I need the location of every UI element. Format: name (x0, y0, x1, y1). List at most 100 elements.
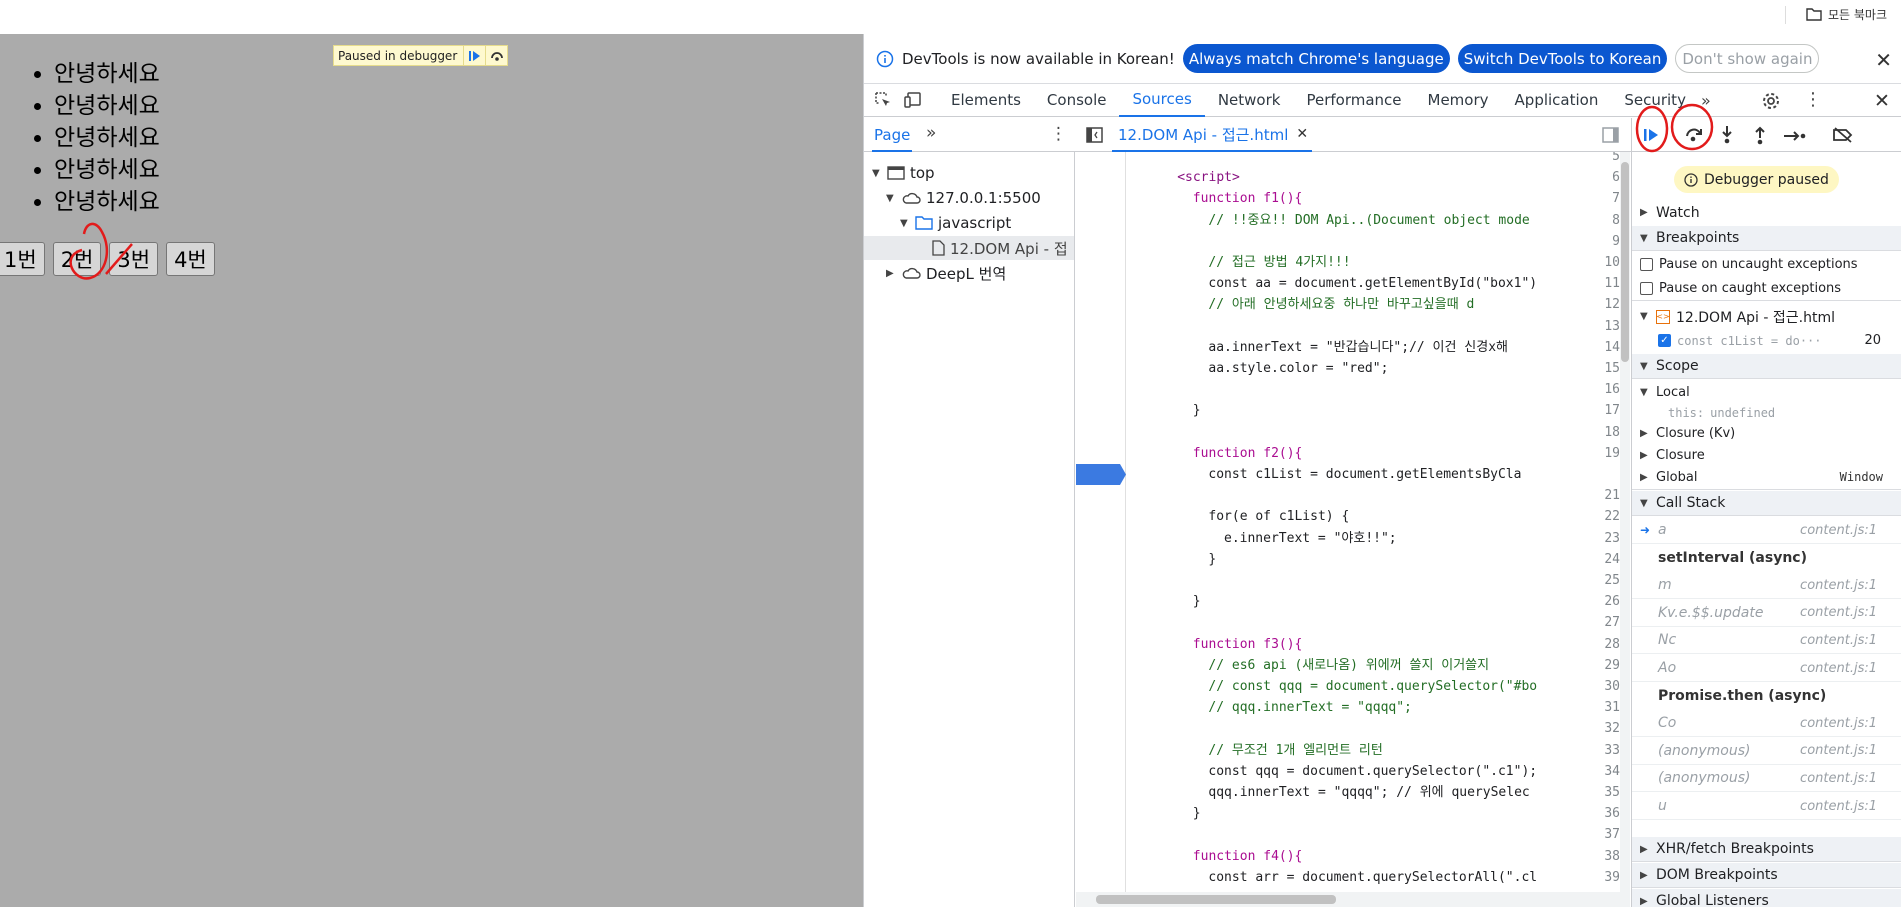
line-number[interactable]: 15 (1580, 358, 1620, 379)
line-number[interactable]: 8 (1580, 210, 1620, 231)
call-stack-section[interactable]: ▼ Call Stack (1632, 491, 1901, 516)
breakpoint-checkbox[interactable]: ✓ (1658, 334, 1671, 347)
line-number[interactable]: 37 (1580, 824, 1620, 845)
button-4[interactable]: 4번 (166, 242, 215, 276)
tab-memory[interactable]: Memory (1415, 84, 1502, 117)
line-number[interactable]: 17 (1580, 400, 1620, 421)
tab-application[interactable]: Application (1502, 84, 1612, 117)
breakpoint-file-row[interactable]: ▼ <> 12.DOM Api - 접근.html (1632, 304, 1901, 329)
more-navigator-icon[interactable]: » (926, 123, 936, 143)
dom-breakpoints-section[interactable]: ▶ DOM Breakpoints (1632, 863, 1901, 888)
line-number[interactable]: 16 (1580, 379, 1620, 400)
line-number[interactable]: 20 (1580, 464, 1620, 485)
line-number[interactable]: 13 (1580, 316, 1620, 337)
tab-console[interactable]: Console (1034, 84, 1120, 117)
line-number[interactable]: 28 (1580, 634, 1620, 655)
step-out-button[interactable] (1752, 124, 1768, 150)
line-number[interactable]: 19 (1580, 443, 1620, 464)
call-frame[interactable]: Nc content.js:1 (1632, 627, 1901, 655)
pause-caught-checkbox[interactable] (1640, 281, 1653, 295)
switch-to-korean-button[interactable]: Switch DevTools to Korean (1457, 44, 1668, 73)
call-frame[interactable]: (anonymous) content.js:1 (1632, 765, 1901, 793)
line-number[interactable]: 10 (1580, 252, 1620, 273)
file-tab[interactable]: 12.DOM Api - 접근.html ✕ (1112, 118, 1312, 152)
call-frame[interactable]: (anonymous) content.js:1 (1632, 738, 1901, 765)
line-number[interactable]: 21 (1580, 485, 1620, 506)
deactivate-breakpoints-button[interactable] (1832, 127, 1854, 147)
all-bookmarks-button[interactable]: 모든 북마크 (1806, 4, 1887, 24)
settings-gear-icon[interactable] (1761, 91, 1781, 115)
toggle-navigator-icon[interactable] (1086, 127, 1103, 147)
code-editor[interactable]: <script> function f1(){// !!중요!! DOM Api.… (1076, 152, 1630, 892)
xhr-breakpoints-section[interactable]: ▶ XHR/fetch Breakpoints (1632, 837, 1901, 862)
breakpoints-section[interactable]: ▼ Breakpoints (1632, 226, 1901, 251)
line-number[interactable]: 24 (1580, 549, 1620, 570)
tab-performance[interactable]: Performance (1293, 84, 1414, 117)
code-line: } (1208, 551, 1217, 567)
line-number[interactable]: 5 (1580, 152, 1620, 167)
tab-network[interactable]: Network (1205, 84, 1294, 117)
tree-item-origin[interactable]: ▼ 127.0.0.1:5500 (886, 186, 1041, 210)
dont-show-again-button[interactable]: Don't show again (1675, 44, 1820, 73)
toggle-debugger-sidebar-icon[interactable] (1602, 127, 1619, 147)
breakpoint-marker[interactable] (1076, 464, 1126, 485)
line-number[interactable]: 39 (1580, 867, 1620, 888)
editor-hscrollbar[interactable] (1076, 892, 1630, 907)
resume-overlay-button[interactable] (463, 46, 485, 65)
tree-item-top[interactable]: ▼ top (872, 161, 935, 185)
line-number[interactable]: 22 (1580, 506, 1620, 527)
call-frame[interactable]: Ao content.js:1 (1632, 655, 1901, 682)
line-number[interactable]: 36 (1580, 803, 1620, 824)
step-over-overlay-button[interactable] (485, 46, 507, 65)
line-number[interactable]: 25 (1580, 570, 1620, 591)
line-number[interactable]: 33 (1580, 740, 1620, 761)
button-1[interactable]: 1번 (0, 242, 45, 276)
line-number[interactable]: 7 (1580, 188, 1620, 209)
call-frame[interactable]: Kv.e.$$.update content.js:1 (1632, 600, 1901, 627)
code-line: function f1(){ (1192, 191, 1303, 207)
line-number[interactable]: 32 (1580, 718, 1620, 739)
global-listeners-section[interactable]: ▶ Global Listeners (1632, 889, 1901, 907)
close-infobar-icon[interactable]: ✕ (1875, 48, 1892, 72)
line-number[interactable]: 23 (1580, 528, 1620, 549)
line-number[interactable]: 30 (1580, 676, 1620, 697)
inspect-element-icon[interactable] (864, 84, 898, 117)
line-number[interactable]: 11 (1580, 273, 1620, 294)
call-frame[interactable]: u content.js:1 (1632, 793, 1901, 820)
line-number[interactable]: 6 (1580, 167, 1620, 188)
line-number[interactable]: 27 (1580, 612, 1620, 633)
line-number[interactable]: 18 (1580, 422, 1620, 443)
editor-scrollbar[interactable] (1620, 152, 1630, 892)
close-devtools-icon[interactable]: ✕ (1874, 90, 1890, 112)
line-number[interactable]: 14 (1580, 337, 1620, 358)
line-number[interactable]: 26 (1580, 591, 1620, 612)
line-number[interactable]: 9 (1580, 231, 1620, 252)
navigator-tab-page[interactable]: Page (874, 126, 910, 144)
current-frame-arrow-icon: ➜ (1640, 523, 1651, 537)
line-number[interactable]: 29 (1580, 655, 1620, 676)
line-number[interactable]: 12 (1580, 294, 1620, 315)
call-frame[interactable]: m content.js:1 (1632, 572, 1901, 600)
line-number[interactable]: 35 (1580, 782, 1620, 803)
line-number[interactable]: 34 (1580, 761, 1620, 782)
step-button[interactable] (1782, 128, 1806, 147)
close-file-tab-icon[interactable]: ✕ (1296, 126, 1308, 142)
call-frame[interactable]: ➜ a content.js:1 (1632, 517, 1901, 544)
device-toolbar-icon[interactable] (898, 84, 938, 117)
call-frame[interactable]: Co content.js:1 (1632, 710, 1901, 738)
line-number[interactable]: 38 (1580, 846, 1620, 867)
scope-section[interactable]: ▼ Scope (1632, 354, 1901, 379)
always-match-language-button[interactable]: Always match Chrome's language (1182, 44, 1450, 73)
tree-item-deepl[interactable]: ▶ DeepL 번역 (886, 261, 1006, 285)
navigator-menu-icon[interactable]: ⋮ (1050, 124, 1067, 144)
tab-sources[interactable]: Sources (1119, 84, 1205, 117)
pause-uncaught-checkbox[interactable] (1640, 258, 1653, 271)
tree-item-folder[interactable]: ▼ javascript (900, 211, 1011, 235)
more-options-icon[interactable]: ⋮ (1804, 90, 1822, 110)
tree-item-file[interactable]: 12.DOM Api - 접 (864, 236, 1074, 260)
breakpoint-row[interactable]: ✓ const c1List = do··· 20 (1632, 328, 1901, 353)
tab-elements[interactable]: Elements (938, 84, 1034, 117)
line-number[interactable]: 31 (1580, 697, 1620, 718)
watch-section[interactable]: ▶ Watch (1632, 200, 1901, 225)
scope-global[interactable]: ▶ Global Window (1632, 465, 1901, 490)
